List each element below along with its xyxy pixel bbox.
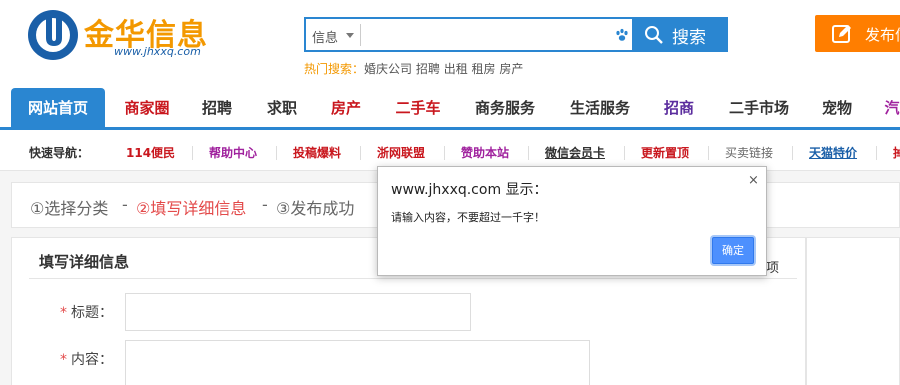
nav-item-merchants[interactable]: 商家圈 [120, 88, 174, 127]
hot-search-link[interactable]: 招聘 [416, 62, 440, 76]
title-input[interactable] [125, 293, 471, 331]
side-panel-text: 项 [766, 261, 780, 276]
quick-nav-divider [444, 146, 445, 160]
dialog-title: www.jhxxq.com 显示： [391, 182, 548, 198]
title-label-text: 标题： [71, 305, 113, 321]
nav-item-job-seeking[interactable]: 求职 [262, 88, 302, 127]
quick-nav-item[interactable]: 微信会员卡 [545, 144, 605, 161]
paw-icon[interactable] [614, 27, 630, 43]
quick-nav-item[interactable]: 帮助中心 [209, 144, 257, 161]
site-header: 金华信息 www.jhxxq.com 信息 搜索 热门搜索：婚庆公司 招聘 出租… [0, 0, 900, 88]
side-panel [806, 237, 900, 385]
quick-nav-item[interactable]: 买卖链接 [725, 144, 773, 161]
form-divider [29, 278, 797, 279]
quick-nav-item[interactable]: 赞助本站 [461, 144, 509, 161]
nav-item-real-estate[interactable]: 房产 [326, 88, 366, 127]
content-label-text: 内容： [71, 352, 113, 368]
dialog-ok-button[interactable]: 确定 [712, 237, 754, 264]
hot-search-link[interactable]: 出租 [444, 62, 468, 76]
page: 金华信息 www.jhxxq.com 信息 搜索 热门搜索：婚庆公司 招聘 出租… [0, 0, 900, 385]
search-box: 信息 [304, 17, 634, 52]
nav-item-jobs[interactable]: 招聘 [197, 88, 237, 127]
hot-searches-label: 热门搜索： [304, 62, 365, 76]
step-publish-success: ③发布成功 [276, 199, 355, 218]
nav-item-life-services[interactable]: 生活服务 [563, 88, 637, 127]
quick-nav-title: 快速导航： [29, 146, 90, 160]
step-separator: - [262, 195, 268, 214]
main-nav: 网站首页 商家圈 招聘 求职 房产 二手车 商务服务 生活服务 招商 二手市场 … [0, 88, 900, 130]
hot-search-link[interactable]: 租房 [472, 62, 496, 76]
nav-item-pets[interactable]: 宠物 [817, 88, 857, 127]
alert-dialog: www.jhxxq.com 显示： × 请输入内容，不要超过一千字！ 确定 [377, 166, 767, 276]
nav-item-used-cars[interactable]: 二手车 [391, 88, 445, 127]
form-title: 填写详细信息 [39, 253, 130, 271]
search-button[interactable]: 搜索 [634, 17, 728, 52]
logo-emblem-icon [28, 10, 78, 60]
hot-searches: 热门搜索：婚庆公司 招聘 出租 租房 房产 [304, 60, 523, 77]
search-category-select[interactable]: 信息 [312, 27, 338, 46]
step-select-category: ①选择分类 [30, 199, 109, 218]
site-logo[interactable]: 金华信息 www.jhxxq.com [26, 8, 256, 62]
nav-item-investment[interactable]: 招商 [659, 88, 699, 127]
nav-item-home[interactable]: 网站首页 [11, 88, 105, 127]
required-mark: * [60, 305, 67, 321]
quick-nav-divider [528, 146, 529, 160]
hot-search-link[interactable]: 房产 [499, 62, 523, 76]
content-label: * 内容： [60, 349, 113, 369]
quick-nav-divider [876, 146, 877, 160]
quick-nav-divider [624, 146, 625, 160]
quick-nav-item[interactable]: 掉 [893, 144, 900, 161]
chevron-down-icon[interactable] [346, 33, 354, 38]
logo-url: www.jhxxq.com [114, 45, 201, 58]
search-input[interactable] [364, 21, 604, 48]
dialog-message: 请输入内容，不要超过一千字！ [391, 211, 545, 224]
quick-nav-divider [792, 146, 793, 160]
hot-search-link[interactable]: 婚庆公司 [364, 62, 412, 76]
post-info-label: 发布信息 [865, 26, 900, 44]
nav-item-business-services[interactable]: 商务服务 [468, 88, 542, 127]
close-icon[interactable]: × [748, 173, 759, 188]
title-label: * 标题： [60, 302, 113, 322]
quick-nav-divider [192, 146, 193, 160]
nav-item-secondhand-market[interactable]: 二手市场 [722, 88, 796, 127]
quick-nav-divider [276, 146, 277, 160]
required-mark: * [60, 352, 67, 368]
step-fill-details: ②填写详细信息 [136, 199, 247, 218]
quick-nav-item[interactable]: 更新置顶 [641, 144, 689, 161]
step-separator: - [122, 195, 128, 214]
quick-nav-item[interactable]: 114便民 [126, 144, 175, 161]
content-textarea[interactable] [125, 340, 590, 385]
search-icon [645, 26, 663, 44]
quick-nav-item[interactable]: 天猫特价 [809, 144, 857, 161]
search-divider [360, 24, 361, 46]
search-button-label: 搜索 [672, 28, 706, 47]
nav-item-auto[interactable]: 汽 [882, 88, 900, 127]
quick-nav-divider [360, 146, 361, 160]
quick-nav-item[interactable]: 投稿爆料 [293, 144, 341, 161]
quick-nav-item[interactable]: 浙网联盟 [377, 144, 425, 161]
quick-nav-divider [708, 146, 709, 160]
post-info-button[interactable]: 发布信息 [815, 15, 900, 52]
edit-icon [832, 25, 851, 43]
